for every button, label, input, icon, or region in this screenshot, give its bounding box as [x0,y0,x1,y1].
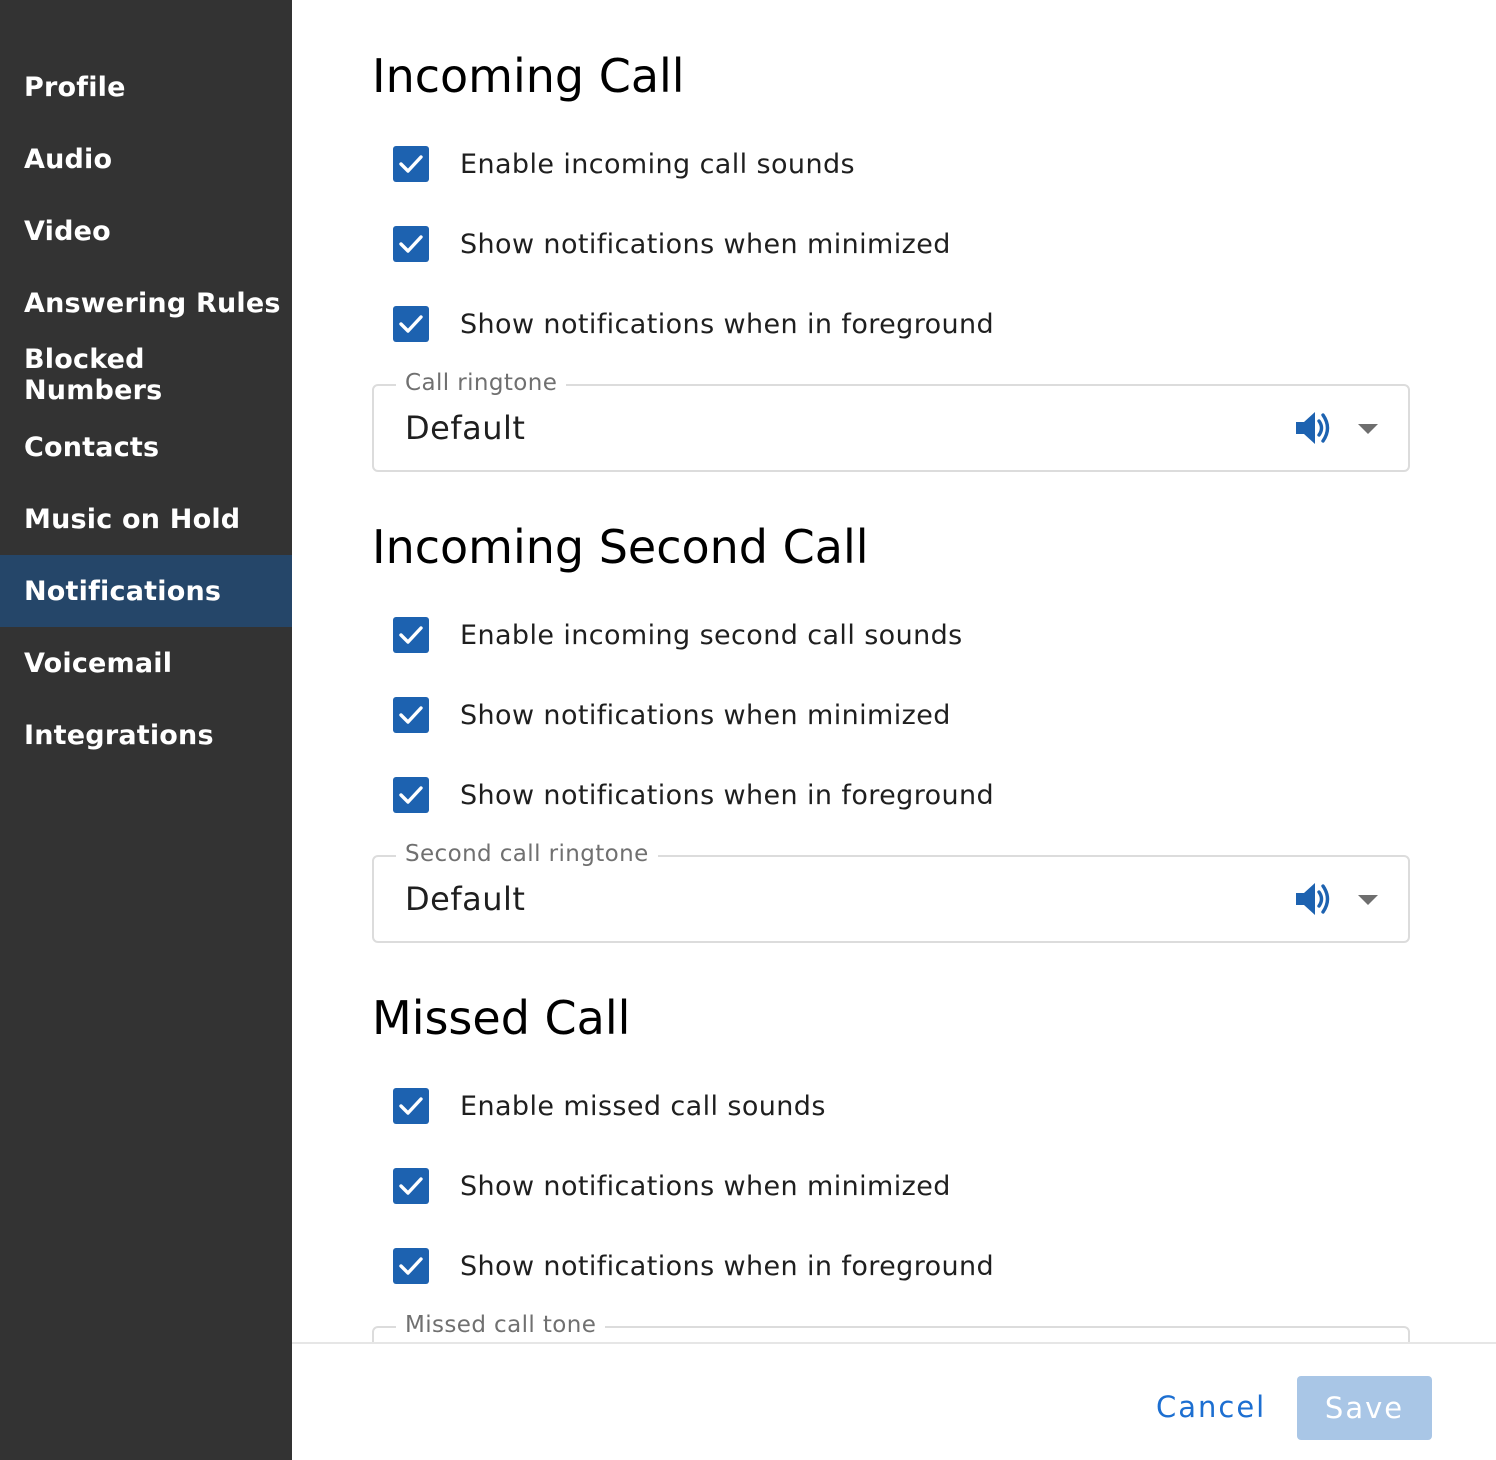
checkbox-checked[interactable] [393,1088,429,1124]
checkbox-checked[interactable] [393,146,429,182]
settings-sidebar: Profile Audio Video Answering Rules Bloc… [0,0,292,1460]
checkbox-checked[interactable] [393,697,429,733]
section-title-incoming-second-call: Incoming Second Call [372,520,869,574]
sidebar-item-profile[interactable]: Profile [0,51,292,123]
option-label: Show notifications when minimized [460,1170,951,1202]
checkmark-icon [399,1257,423,1275]
call-ringtone-select[interactable]: Call ringtone Default [372,368,1410,472]
option-enable-missed-call-sounds[interactable]: Enable missed call sounds [393,1086,826,1126]
option-show-when-foreground[interactable]: Show notifications when in foreground [393,1246,994,1286]
section-title-missed-call: Missed Call [372,991,631,1045]
option-show-when-foreground[interactable]: Show notifications when in foreground [393,304,994,344]
checkmark-icon [399,626,423,644]
checkmark-icon [399,155,423,173]
option-label: Enable incoming second call sounds [460,619,963,651]
chevron-down-icon[interactable] [1356,422,1380,436]
checkbox-checked[interactable] [393,1168,429,1204]
sidebar-item-video[interactable]: Video [0,195,292,267]
chevron-down-icon[interactable] [1356,893,1380,907]
sidebar-item-contacts[interactable]: Contacts [0,411,292,483]
sidebar-item-answering-rules[interactable]: Answering Rules [0,267,292,339]
sidebar-item-integrations[interactable]: Integrations [0,699,292,771]
checkmark-icon [399,1177,423,1195]
second-call-ringtone-select[interactable]: Second call ringtone Default [372,839,1410,943]
checkbox-checked[interactable] [393,306,429,342]
option-label: Show notifications when minimized [460,699,951,731]
checkmark-icon [399,315,423,333]
checkbox-checked[interactable] [393,777,429,813]
select-value: Default [405,880,526,918]
option-show-when-minimized[interactable]: Show notifications when minimized [393,1166,951,1206]
option-show-when-foreground[interactable]: Show notifications when in foreground [393,775,994,815]
sidebar-item-audio[interactable]: Audio [0,123,292,195]
option-label: Enable missed call sounds [460,1090,826,1122]
missed-call-tone-select[interactable]: Missed call tone [372,1310,1410,1342]
notifications-settings-panel[interactable]: Incoming Call Enable incoming call sound… [292,0,1496,1342]
checkbox-checked[interactable] [393,226,429,262]
checkmark-icon [399,1097,423,1115]
checkbox-checked[interactable] [393,617,429,653]
speaker-icon[interactable] [1294,408,1334,448]
select-legend: Missed call tone [396,1310,606,1340]
sidebar-item-music-on-hold[interactable]: Music on Hold [0,483,292,555]
option-label: Show notifications when in foreground [460,308,995,340]
option-label: Show notifications when in foreground [460,1250,995,1282]
save-button[interactable]: Save [1297,1376,1432,1440]
option-show-when-minimized[interactable]: Show notifications when minimized [393,224,951,264]
checkbox-checked[interactable] [393,1248,429,1284]
option-label: Enable incoming call sounds [460,148,855,180]
option-enable-incoming-second-call-sounds[interactable]: Enable incoming second call sounds [393,615,963,655]
option-label: Show notifications when minimized [460,228,951,260]
select-value: Default [405,409,526,447]
option-enable-incoming-call-sounds[interactable]: Enable incoming call sounds [393,144,855,184]
option-show-when-minimized[interactable]: Show notifications when minimized [393,695,951,735]
cancel-button[interactable]: Cancel [1140,1378,1282,1436]
checkmark-icon [399,706,423,724]
speaker-icon[interactable] [1294,879,1334,919]
checkmark-icon [399,786,423,804]
sidebar-item-blocked-numbers[interactable]: Blocked Numbers [0,339,292,411]
sidebar-item-voicemail[interactable]: Voicemail [0,627,292,699]
select-legend: Second call ringtone [396,839,658,869]
section-title-incoming-call: Incoming Call [372,49,685,103]
dialog-footer: Cancel Save [292,1342,1496,1460]
checkmark-icon [399,235,423,253]
select-legend: Call ringtone [396,368,567,398]
option-label: Show notifications when in foreground [460,779,995,811]
sidebar-item-notifications[interactable]: Notifications [0,555,292,627]
